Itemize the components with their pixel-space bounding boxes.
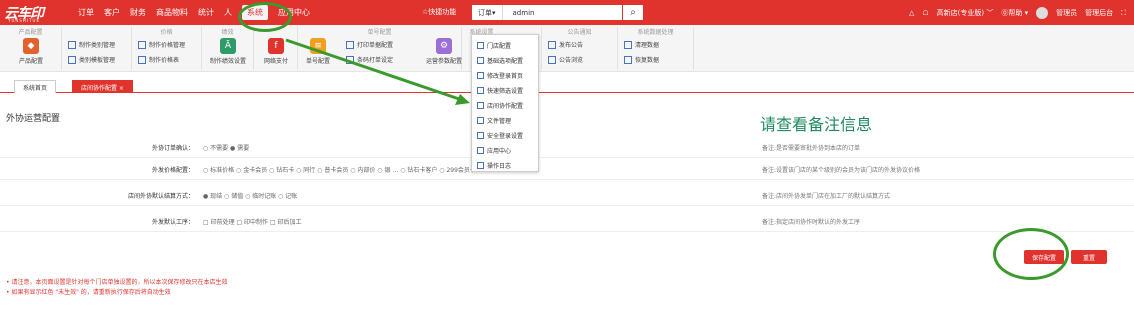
annotation-arrow [285,38,470,105]
arrow-line [285,38,463,102]
